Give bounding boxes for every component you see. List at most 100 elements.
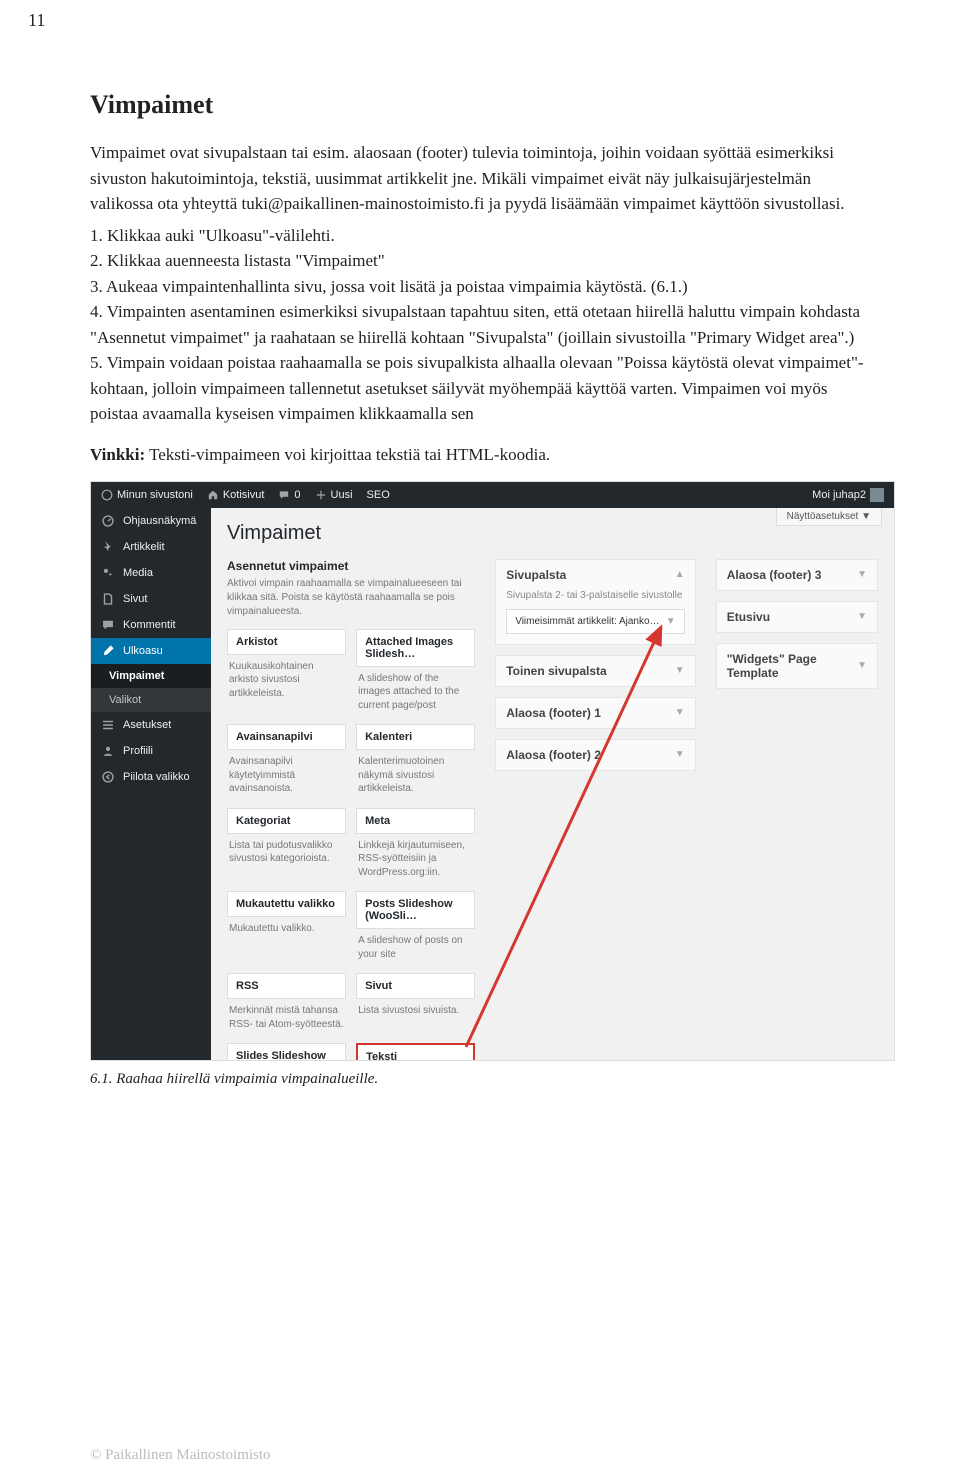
adminbar-seo[interactable]: SEO [367,489,390,501]
sidebar-item-posts[interactable]: Artikkelit [91,534,211,560]
available-widget-desc: A slideshow of posts on your site [356,929,475,973]
sidebar-item-settings[interactable]: Asetukset [91,712,211,738]
widget-area-name: Sivupalsta [506,568,566,582]
available-widget-desc: Avainsanapilvi käytetyimmistä avainsanoi… [227,750,346,808]
step-item: 5. Vimpain voidaan poistaa raahaamalla s… [90,350,870,427]
step-item: 4. Vimpainten asentaminen esimerkiksi si… [90,299,870,350]
available-widget[interactable]: Teksti [356,1043,475,1060]
widget-area-header[interactable]: Alaosa (footer) 2 ▼ [496,740,694,770]
widget-area-name: Alaosa (footer) 2 [506,748,601,762]
available-widget[interactable]: Kategoriat [227,808,346,834]
available-widgets-note: Aktivoi vimpain raahaamalla se vimpainal… [227,577,475,619]
adminbar-mysites[interactable]: Minun sivustoni [101,489,193,501]
available-widget[interactable]: Kalenteri [356,724,475,750]
step-list: 1. Klikkaa auki "Ulkoasu"-välilehti. 2. … [90,223,870,427]
sidebar-item-label: Valikot [109,694,141,706]
widget-area-name: Etusivu [727,610,770,624]
step-item: 1. Klikkaa auki "Ulkoasu"-välilehti. [90,223,870,249]
available-widget-desc: Mukautettu valikko. [227,917,346,948]
sidebar-item-pages[interactable]: Sivut [91,586,211,612]
user-icon [101,744,115,758]
sidebar-item-label: Kommentit [123,619,176,631]
copyright: © Paikallinen Mainostoimisto [90,1447,271,1464]
widget-area[interactable]: Alaosa (footer) 1 ▼ [495,697,695,729]
available-widget[interactable]: Slides Slideshow (WooSli… [227,1043,346,1060]
avatar [870,488,884,502]
adminbar-account[interactable]: Moi juhap2 [812,488,884,502]
page-number: 11 [28,10,45,31]
widget-area-header[interactable]: Alaosa (footer) 1 ▼ [496,698,694,728]
intro-paragraph: Vimpaimet ovat sivupalstaan tai esim. al… [90,140,870,217]
widget-area-header[interactable]: Toinen sivupalsta ▼ [496,656,694,686]
sidebar-item-label: Asetukset [123,719,171,731]
adminbar-new[interactable]: Uusi [315,489,353,501]
chevron-icon: ▼ [675,749,685,760]
available-widget[interactable]: Arkistot [227,629,346,655]
sidebar-subitem-menus[interactable]: Valikot [91,688,211,712]
available-widget-desc: Merkinnät mistä tahansa RSS- tai Atom-sy… [227,999,346,1043]
sidebar-subitem-widgets[interactable]: Vimpaimet [91,664,211,688]
admin-bar: Minun sivustoni Kotisivut 0 Uusi SEO Moi… [91,482,894,508]
available-widget[interactable]: Sivut [356,973,475,999]
sidebar-item-label: Sivut [123,593,147,605]
adminbar-greeting: Moi juhap2 [812,489,866,501]
widget-area-desc: Sivupalsta 2- tai 3-palstaiselle sivusto… [496,590,694,609]
sidebar-item-media[interactable]: Media [91,560,211,586]
chevron-icon: ▼ [675,665,685,676]
chevron-icon: ▲ [675,569,685,580]
adminbar-mysites-label: Minun sivustoni [117,489,193,501]
adminbar-comments[interactable]: 0 [278,489,300,501]
widget-area-name: Alaosa (footer) 3 [727,568,822,582]
dashboard-icon [101,514,115,528]
widget-area-header[interactable]: Sivupalsta ▲ [496,560,694,590]
widget-area-name: Alaosa (footer) 1 [506,706,601,720]
placed-widget[interactable]: Viimeisimmät artikkelit: Ajanko…▼ [506,609,684,634]
available-widget[interactable]: Mukautettu valikko [227,891,346,917]
comment-icon [101,618,115,632]
page-icon [101,592,115,606]
plus-icon [315,489,327,501]
sidebar-item-label: Artikkelit [123,541,165,553]
widget-area-name: "Widgets" Page Template [727,652,857,680]
sidebar-item-label: Piilota valikko [123,771,190,783]
available-widget[interactable]: Avainsanapilvi [227,724,346,750]
wordpress-icon [101,489,113,501]
available-widget-desc: Lista tai pudotusvalikko sivustosi kateg… [227,834,346,878]
widget-area-header[interactable]: "Widgets" Page Template▼ [717,644,877,688]
sidebar-item-dashboard[interactable]: Ohjausnäkymä [91,508,211,534]
widget-area-header[interactable]: Alaosa (footer) 3▼ [717,560,877,590]
sliders-icon [101,718,115,732]
sidebar-item-label: Media [123,567,153,579]
available-widget[interactable]: RSS [227,973,346,999]
widget-area-header[interactable]: Etusivu▼ [717,602,877,632]
sidebar-item-label: Profiili [123,745,153,757]
widget-area[interactable]: "Widgets" Page Template▼ [716,643,878,689]
wp-screenshot: Minun sivustoni Kotisivut 0 Uusi SEO Moi… [90,481,895,1061]
chevron-down-icon: ▼ [666,616,676,627]
widget-areas-col-1: Sivupalsta ▲ Sivupalsta 2- tai 3-palstaise… [495,559,695,781]
available-widget[interactable]: Posts Slideshow (WooSli… [356,891,475,929]
admin-sidebar: Ohjausnäkymä Artikkelit Media Sivut Komm… [91,508,211,1060]
available-widget[interactable]: Meta [356,808,475,834]
adminbar-home[interactable]: Kotisivut [207,489,265,501]
sidebar-item-appearance[interactable]: Ulkoasu [91,638,211,664]
chevron-icon: ▼ [675,707,685,718]
sidebar-collapse[interactable]: Piilota valikko [91,764,211,790]
available-widget-desc: Kalenterimuotoinen näkymä sivustosi arti… [356,750,475,808]
widget-area[interactable]: Toinen sivupalsta ▼ [495,655,695,687]
available-widget-desc: Kuukausikohtainen arkisto sivustosi arti… [227,655,346,713]
sidebar-item-comments[interactable]: Kommentit [91,612,211,638]
widget-area[interactable]: Alaosa (footer) 3▼ [716,559,878,591]
widget-area-name: Toinen sivupalsta [506,664,606,678]
available-widgets-title: Asennetut vimpaimet [227,559,475,573]
available-widget[interactable]: Attached Images Slidesh… [356,629,475,667]
step-item: 2. Klikkaa auenneesta listasta "Vimpaime… [90,248,870,274]
widget-area[interactable]: Etusivu▼ [716,601,878,633]
sidebar-item-profile[interactable]: Profiili [91,738,211,764]
widget-area[interactable]: Alaosa (footer) 2 ▼ [495,739,695,771]
sidebar-item-label: Ohjausnäkymä [123,515,196,527]
screen-options-toggle[interactable]: Näyttöasetukset ▼ [776,508,882,526]
content-area: Näyttöasetukset ▼ Vimpaimet Asennetut vi… [211,508,894,1060]
sidebar-item-label: Vimpaimet [109,670,164,682]
widget-area[interactable]: Sivupalsta ▲ Sivupalsta 2- tai 3-palstaise… [495,559,695,645]
